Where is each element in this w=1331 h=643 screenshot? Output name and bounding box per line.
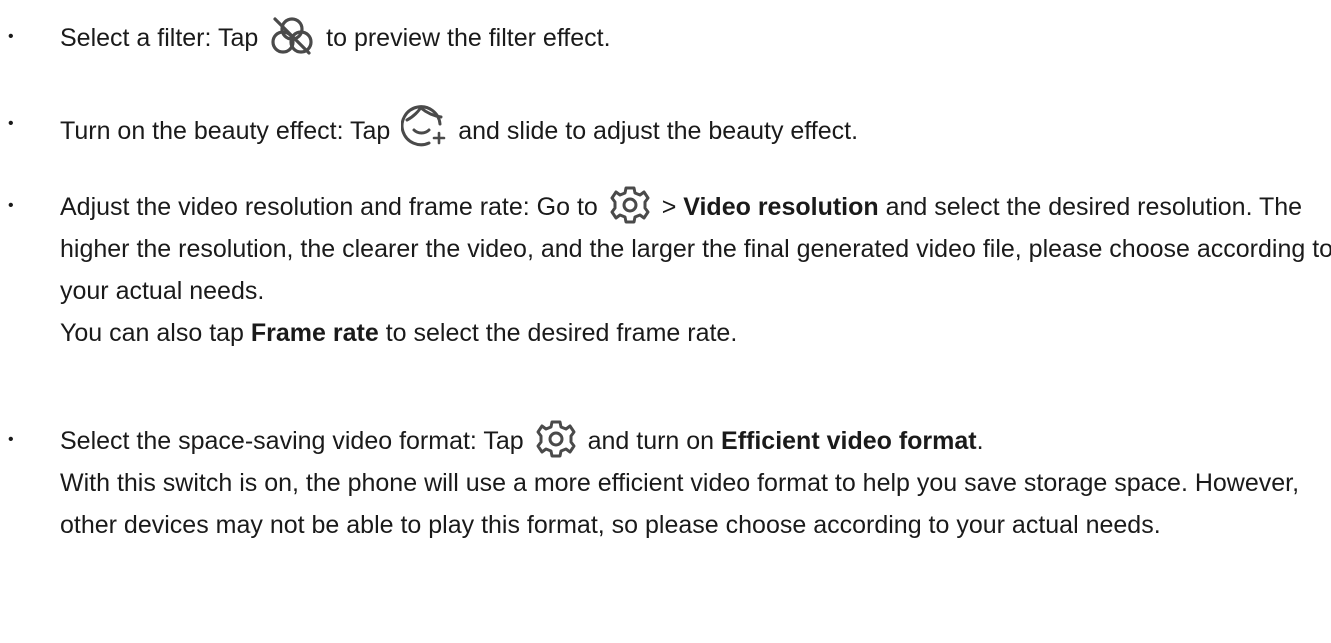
bullet-marker: •: [8, 115, 14, 132]
list-item: • Select a filter: Tap to preview the fil…: [0, 16, 1331, 59]
text-run: >: [654, 193, 684, 221]
gear-icon: [609, 185, 651, 225]
bold-term: Efficient video format: [721, 427, 977, 455]
text-run: Select a filter: Tap: [60, 24, 266, 52]
beauty-face-icon: [401, 103, 447, 149]
text-run: and turn on: [580, 427, 722, 455]
list-item: • Adjust the video resolution and frame r…: [0, 185, 1331, 354]
list-item-text: Adjust the video resolution and frame ra…: [60, 186, 1331, 347]
text-run: With this switch is on, the phone will u…: [60, 469, 1300, 539]
text-run: You can also tap: [60, 319, 251, 347]
text-run: Turn on the beauty effect: Tap: [60, 117, 398, 145]
text-run: to preview the filter effect.: [319, 24, 611, 52]
gear-icon: [535, 419, 577, 459]
bullet-marker: •: [8, 197, 14, 214]
list-item-text: Select the space-saving video format: Ta…: [60, 420, 1300, 539]
bold-term: Video resolution: [683, 193, 879, 221]
list-item-text: Turn on the beauty effect: Tap and slide…: [60, 105, 859, 147]
document: • Select a filter: Tap to preview the fil…: [0, 0, 1331, 643]
list-item: • Select the space-saving video format: T…: [0, 419, 1331, 546]
list-item-text: Select a filter: Tap to preview the filt…: [60, 17, 611, 55]
text-run: and slide to adjust the beauty effect.: [451, 117, 859, 145]
text-run: .: [976, 427, 984, 455]
filter-off-icon: [269, 16, 315, 56]
bullet-marker: •: [8, 431, 14, 448]
text-run: to select the desired frame rate.: [378, 319, 738, 347]
text-run: Adjust the video resolution and frame ra…: [60, 193, 605, 221]
bullet-marker: •: [8, 28, 14, 45]
list-item: • Turn on the beauty effect: Tap and slid…: [0, 103, 1331, 152]
bold-term: Frame rate: [250, 319, 379, 347]
text-run: Select the space-saving video format: Ta…: [60, 427, 531, 455]
